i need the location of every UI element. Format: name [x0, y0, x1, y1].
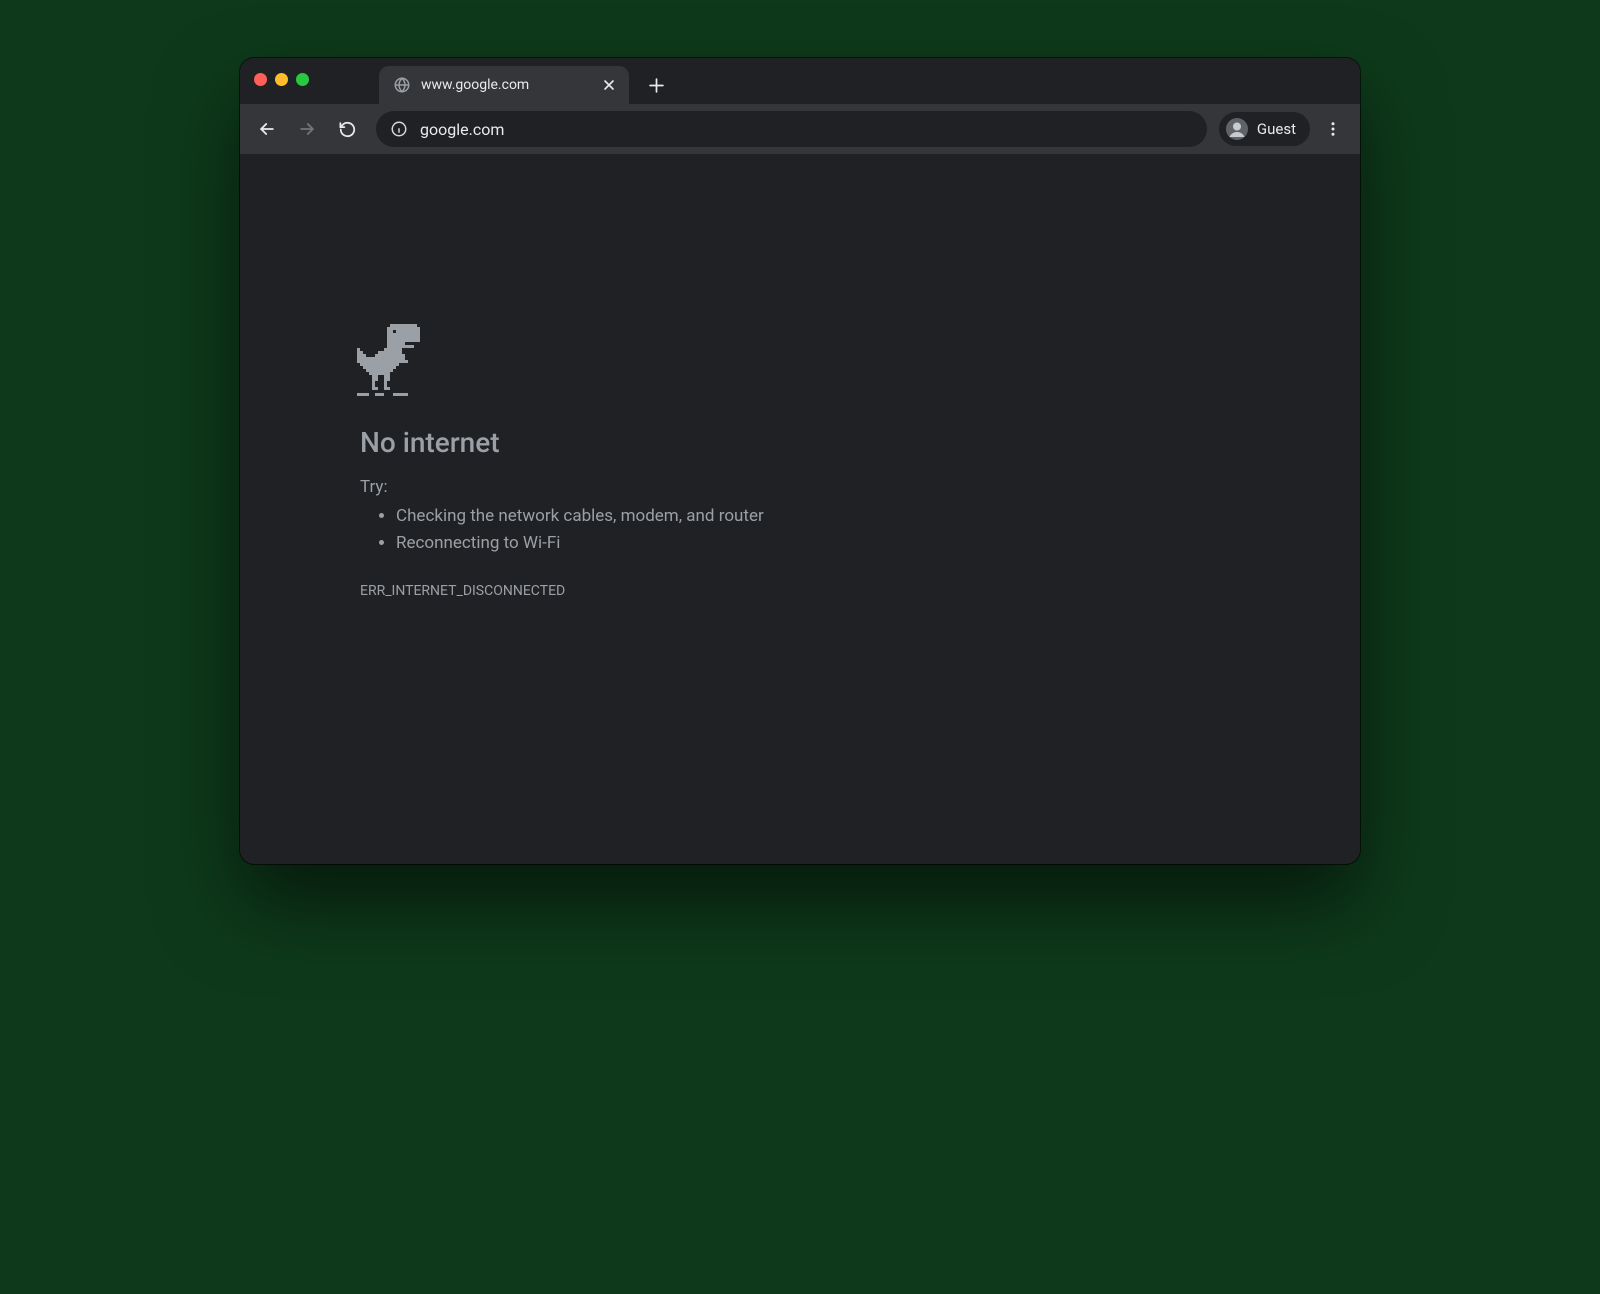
menu-button[interactable]: [1316, 112, 1350, 146]
error-heading: No internet: [360, 426, 1240, 459]
guest-avatar-icon: [1225, 117, 1249, 141]
fullscreen-window-button[interactable]: [296, 73, 309, 86]
close-window-button[interactable]: [254, 73, 267, 86]
site-info-icon[interactable]: [390, 120, 408, 138]
window-controls: [254, 73, 309, 86]
globe-icon: [393, 76, 411, 94]
browser-window: www.google.com: [240, 58, 1360, 864]
tab-title: www.google.com: [421, 77, 599, 93]
tab-strip: www.google.com: [240, 58, 1360, 104]
suggestion-item: Reconnecting to Wi-Fi: [396, 530, 1240, 557]
profile-label: Guest: [1257, 120, 1296, 138]
suggestion-list: Checking the network cables, modem, and …: [360, 503, 1240, 557]
error-code: ERR_INTERNET_DISCONNECTED: [360, 583, 1240, 599]
close-tab-button[interactable]: [599, 75, 619, 95]
forward-button[interactable]: [290, 112, 324, 146]
address-bar-text: google.com: [420, 120, 504, 139]
dino-icon[interactable]: [356, 324, 1240, 396]
toolbar: google.com Guest: [240, 104, 1360, 154]
address-bar[interactable]: google.com: [376, 111, 1207, 147]
back-button[interactable]: [250, 112, 284, 146]
try-label: Try:: [360, 477, 1240, 497]
reload-button[interactable]: [330, 112, 364, 146]
minimize-window-button[interactable]: [275, 73, 288, 86]
page-content: No internet Try: Checking the network ca…: [240, 154, 1360, 864]
new-tab-button[interactable]: [641, 70, 671, 100]
browser-tab[interactable]: www.google.com: [379, 66, 629, 104]
suggestion-item: Checking the network cables, modem, and …: [396, 503, 1240, 530]
profile-button[interactable]: Guest: [1219, 112, 1310, 146]
